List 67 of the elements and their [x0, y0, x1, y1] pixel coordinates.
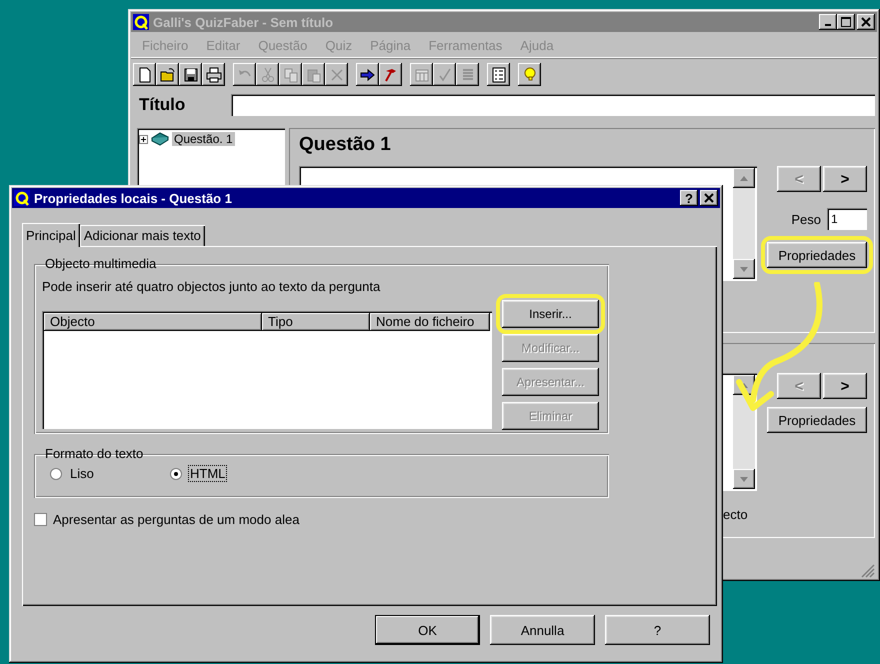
expand-icon[interactable] [139, 134, 148, 144]
toolbar-button[interactable] [379, 63, 402, 86]
dialog-button[interactable]: ? [605, 615, 710, 645]
toolbar-button[interactable] [202, 63, 225, 86]
tree-item[interactable]: Questão. 1 [172, 132, 235, 146]
tab[interactable]: Principal [22, 223, 80, 247]
hammer-icon [382, 66, 398, 82]
properties-button[interactable]: Propriedades [767, 242, 867, 268]
close-icon [861, 17, 871, 27]
window-title: Galli's QuizFaber - Sem título [153, 14, 334, 30]
printer-icon [206, 66, 222, 82]
new-file-icon [136, 66, 152, 82]
option-label: ecto [723, 507, 748, 522]
weight-label: Peso [791, 212, 821, 226]
radio-label[interactable]: Liso [68, 465, 96, 482]
title-label: Título [139, 95, 186, 115]
copy-icon [282, 66, 298, 82]
radio-label[interactable]: HTML [188, 465, 228, 482]
maximize-icon [841, 17, 851, 27]
tick-icon [436, 66, 452, 82]
action-button[interactable]: Inserir... [502, 300, 599, 328]
close-icon [704, 193, 714, 203]
hint-text: Pode inserir até quatro objectos junto ao texto da pergunta [42, 279, 382, 294]
folder-icon [160, 66, 176, 82]
toolbar-button[interactable] [356, 63, 379, 86]
column-header[interactable]: Nome do ficheiro [370, 313, 490, 331]
scrollbar[interactable] [733, 168, 755, 279]
weight-field[interactable]: 1 [827, 208, 867, 230]
group-legend: Formato do texto [42, 446, 146, 461]
toolbar-button[interactable] [156, 63, 179, 86]
radio-button[interactable] [170, 468, 182, 480]
group-legend: Objecto multimedia [42, 256, 160, 271]
toolbar-button[interactable] [518, 63, 541, 86]
app-logo-icon [14, 190, 30, 206]
toolbar-button[interactable] [133, 63, 156, 86]
checkbox-label[interactable]: Apresentar as perguntas de um modo alea [53, 512, 300, 527]
column-header[interactable]: Tipo [262, 313, 370, 331]
grid-window-icon [414, 66, 430, 82]
radio-button[interactable] [50, 468, 62, 480]
toolbar-button[interactable] [179, 63, 202, 86]
objects-list[interactable]: Objecto Tipo Nome do ficheiro [42, 311, 492, 429]
app-logo-icon [133, 14, 149, 30]
down-arrow-icon [740, 476, 748, 482]
dialog-button[interactable]: Annulla [490, 615, 595, 645]
question-heading: Questão 1 [299, 134, 392, 156]
down-arrow-icon [740, 266, 748, 272]
list-page-icon [490, 66, 506, 82]
right-arrow-icon [360, 66, 376, 82]
help-button[interactable]: ? [680, 190, 698, 206]
nav-button[interactable]: > [823, 166, 867, 192]
minimize-icon [825, 24, 831, 26]
checkbox[interactable] [34, 513, 47, 526]
resize-grip-icon[interactable] [861, 564, 875, 578]
scissors-icon [260, 66, 276, 82]
clipboard-icon [306, 66, 322, 82]
column-header[interactable]: Objecto [44, 313, 262, 331]
nav-button[interactable]: > [823, 373, 867, 399]
toolbar-button[interactable] [487, 63, 510, 86]
properties-button[interactable]: Propriedades [767, 407, 867, 433]
close-button[interactable] [700, 190, 718, 206]
dialog-title: Propriedades locais - Questão 1 [34, 190, 233, 206]
scrollbar[interactable] [733, 375, 755, 489]
title-input-field[interactable] [231, 94, 875, 116]
dialog-button[interactable]: OK [375, 615, 480, 645]
cross-icon [328, 66, 344, 82]
tab[interactable]: Adicionar mais texto [80, 225, 205, 246]
up-arrow-icon [740, 176, 748, 180]
